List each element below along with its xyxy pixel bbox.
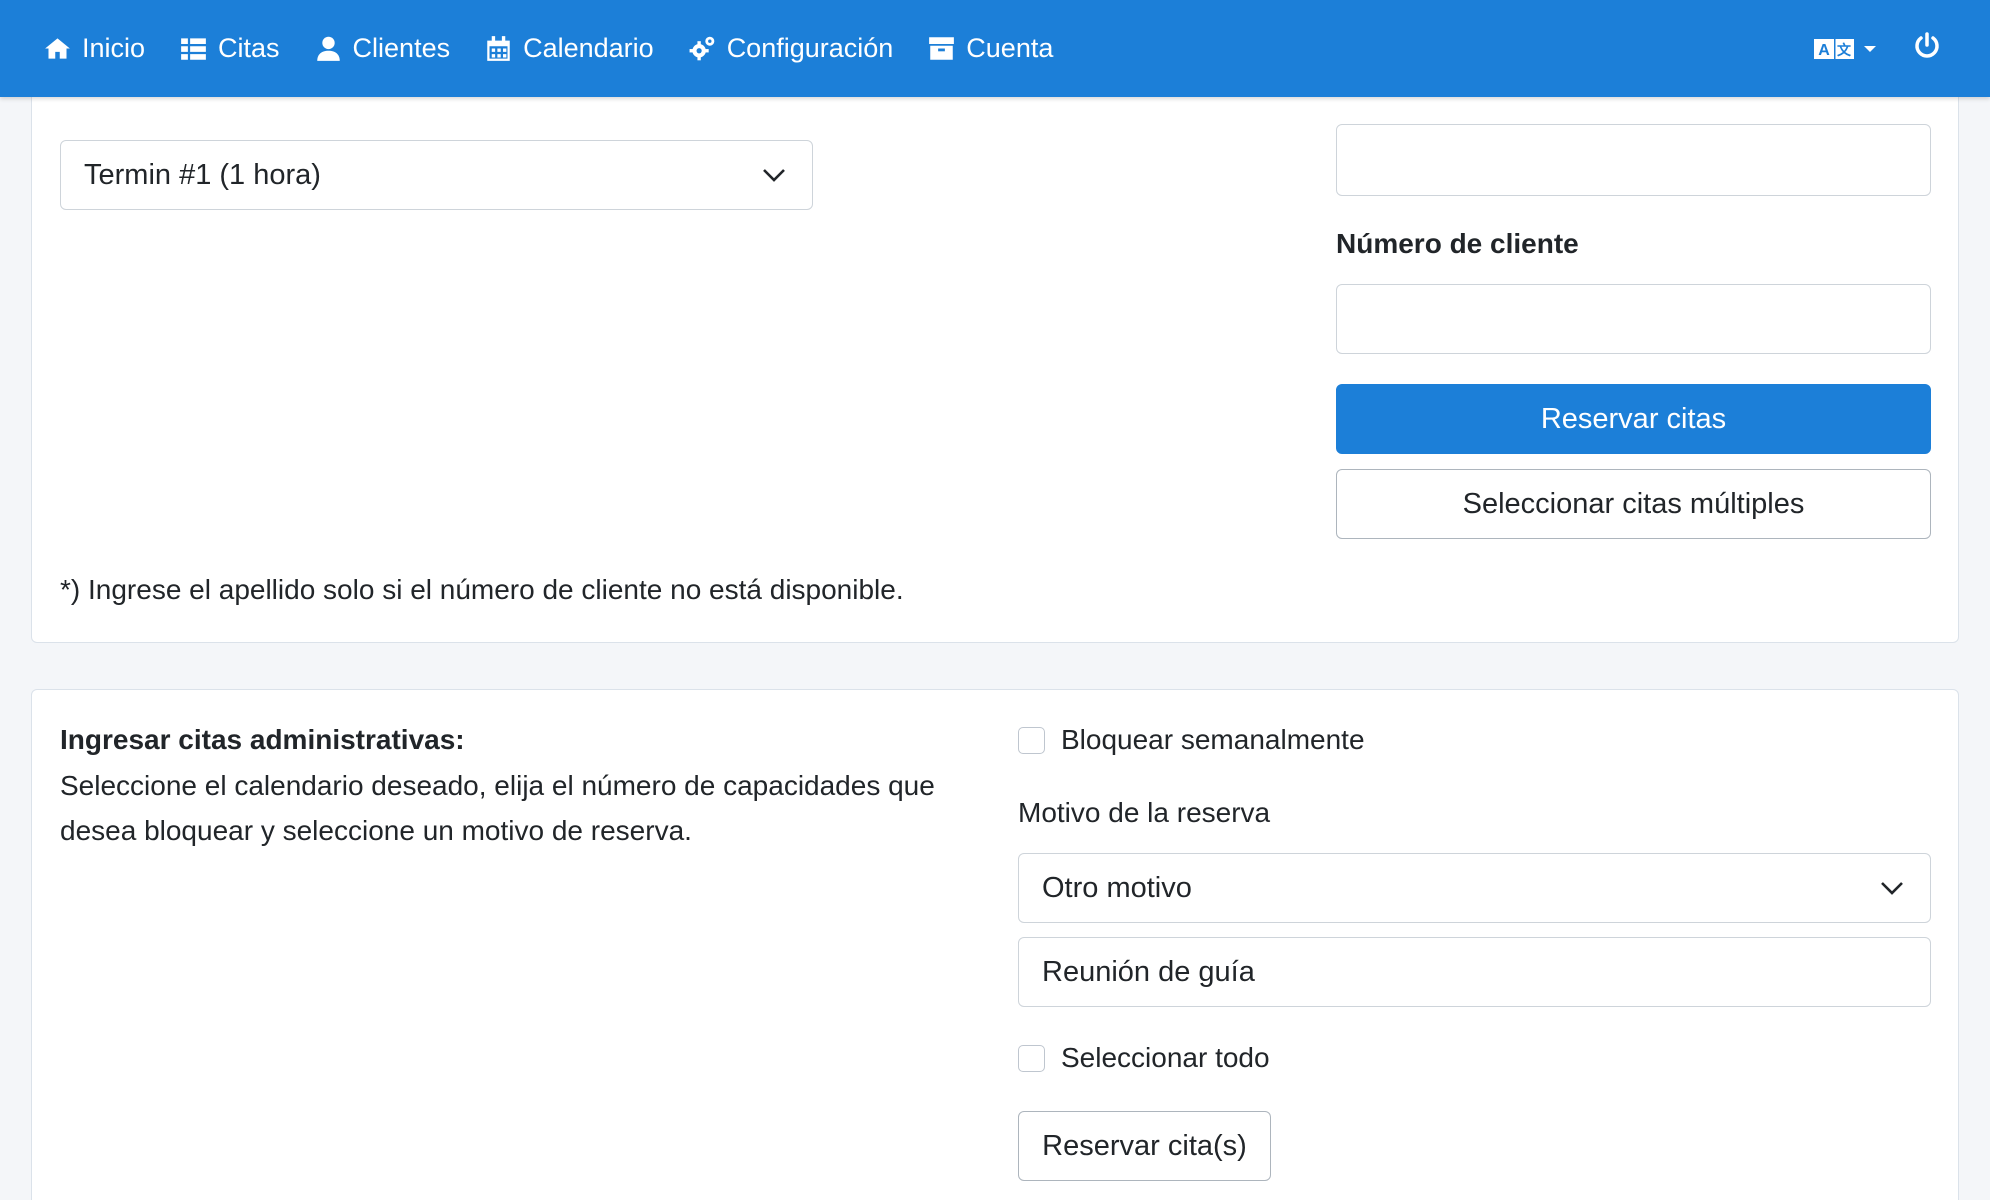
nav-item-configuracion[interactable]: Configuración [689,33,894,64]
appointment-type-value: Termin #1 (1 hora) [84,158,321,191]
reason-select[interactable]: Otro motivo [1018,853,1931,923]
language-icon: A 文 [1814,38,1854,59]
select-all-label: Seleccionar todo [1061,1042,1270,1073]
power-icon [1915,32,1939,58]
reason-text-value: Reunión de guía [1042,955,1255,988]
nav-item-label: Configuración [726,33,894,63]
language-dropdown[interactable]: A 文 [1814,38,1876,60]
chevron-down-icon [763,169,785,182]
archive-icon [929,37,955,60]
weekly-block-checkbox[interactable] [1018,726,1045,754]
svg-text:A: A [1818,42,1830,59]
reason-select-value: Otro motivo [1042,871,1192,904]
nav-item-cuenta[interactable]: Cuenta [928,33,1053,64]
select-all-checkbox[interactable] [1018,1044,1045,1072]
nav-item-label: Cuenta [966,33,1054,63]
admin-title: Ingresar citas administrativas: [60,724,465,755]
logout-button[interactable] [1914,32,1940,65]
nav-item-calendario[interactable]: Calendario [485,33,654,64]
lastname-input[interactable] [1336,124,1931,196]
user-icon [316,36,340,61]
reason-label: Motivo de la reserva [1018,797,1271,828]
appointment-type-select[interactable]: Termin #1 (1 hora) [60,140,813,210]
chevron-down-icon [1881,882,1903,895]
nav-right: A 文 [1814,0,1990,97]
weekly-block-checkbox-row[interactable]: Bloquear semanalmente [1018,724,1365,756]
reason-text-input[interactable]: Reunión de guía [1018,937,1931,1007]
top-navbar: Inicio Citas Clientes Calendario Configu… [0,0,1990,97]
select-all-checkbox-row[interactable]: Seleccionar todo [1018,1042,1270,1074]
footnote-text: *) Ingrese el apellido solo si el número… [60,574,904,605]
weekly-block-label: Bloquear semanalmente [1061,724,1365,755]
nav-menu: Inicio Citas Clientes Calendario Configu… [44,33,1088,64]
customer-number-input[interactable] [1336,284,1931,354]
calendar-icon [487,36,510,61]
admin-description: Seleccione el calendario deseado, elija … [60,770,935,846]
nav-item-inicio[interactable]: Inicio [44,33,145,64]
nav-item-citas[interactable]: Citas [180,33,280,64]
chevron-down-icon [1864,45,1876,52]
nav-item-label: Calendario [523,33,654,63]
nav-item-label: Citas [218,33,280,63]
nav-item-label: Clientes [352,33,451,63]
cogs-icon [689,36,714,61]
nav-item-clientes[interactable]: Clientes [315,33,451,64]
list-icon [181,38,206,60]
nav-item-label: Inicio [82,33,146,63]
customer-number-label: Número de cliente [1336,228,1579,259]
home-icon [45,38,70,59]
svg-text:文: 文 [1837,42,1852,59]
reserve-admin-appointments-button[interactable]: Reservar cita(s) [1018,1111,1271,1181]
select-multiple-button[interactable]: Seleccionar citas múltiples [1336,469,1931,539]
reserve-appointments-button[interactable]: Reservar citas [1336,384,1931,454]
